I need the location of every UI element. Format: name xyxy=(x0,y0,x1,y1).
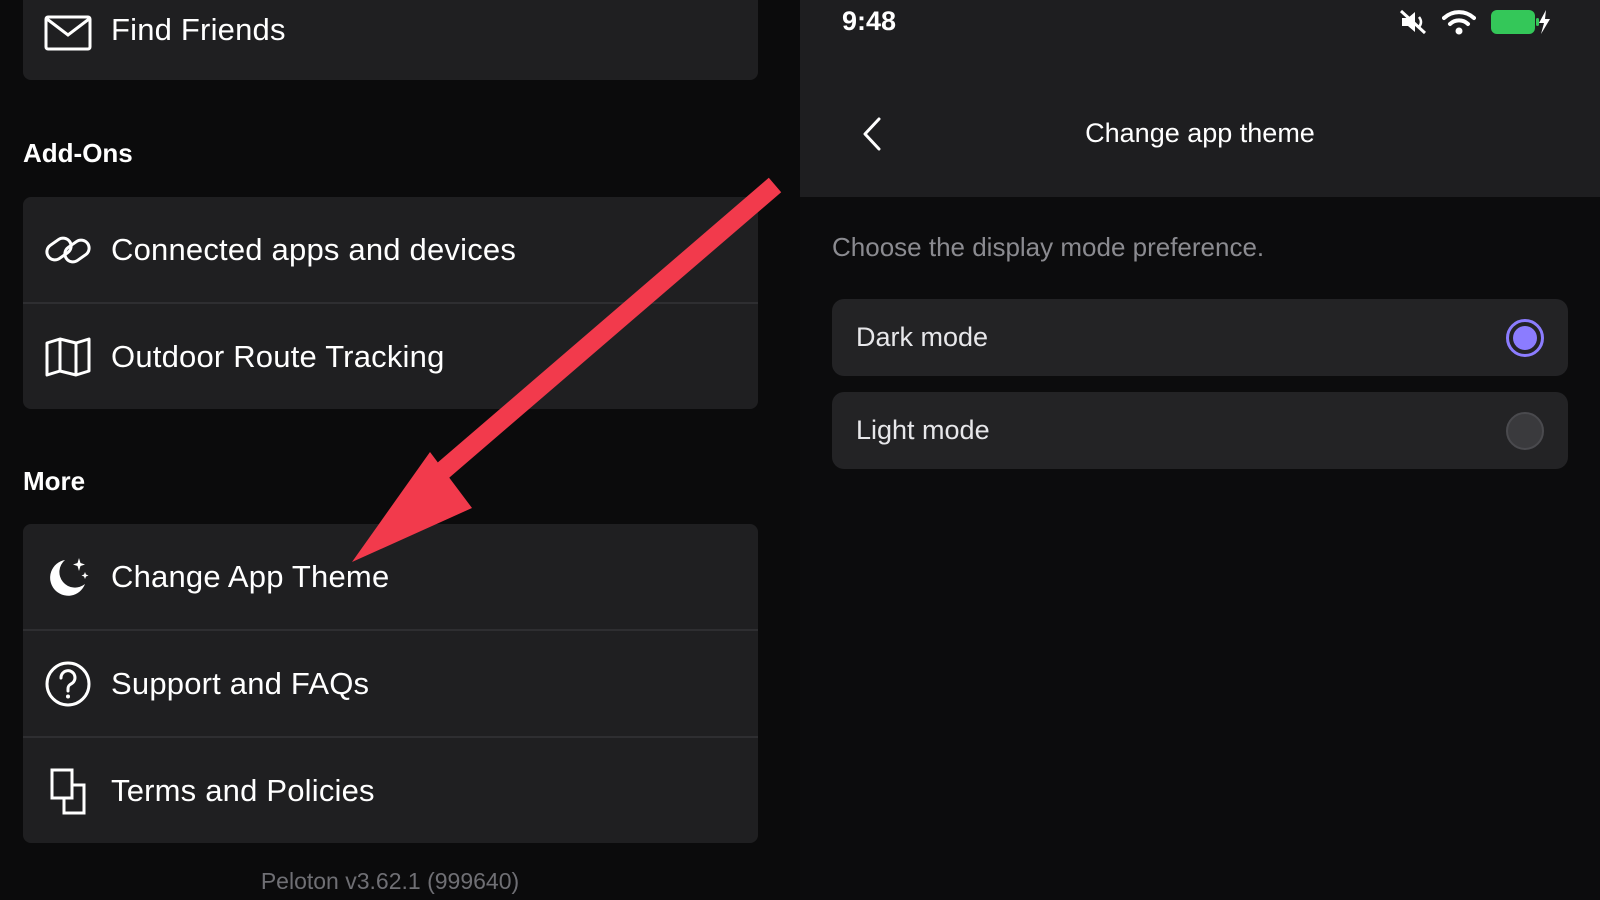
find-friends-card: Find Friends xyxy=(23,0,758,80)
change-app-theme-label: Change App Theme xyxy=(111,558,390,594)
dark-mode-label: Dark mode xyxy=(856,322,989,352)
header-bar: 9:48 Change app theme xyxy=(800,0,1600,197)
find-friends-item[interactable]: Find Friends xyxy=(23,0,758,80)
dark-mode-option[interactable]: Dark mode xyxy=(832,299,1568,376)
mute-icon xyxy=(1398,8,1428,41)
link-icon xyxy=(43,225,93,275)
outdoor-route-item[interactable]: Outdoor Route Tracking xyxy=(23,302,758,409)
light-mode-radio[interactable] xyxy=(1506,411,1544,450)
support-faqs-item[interactable]: Support and FAQs xyxy=(23,629,758,736)
light-mode-label: Light mode xyxy=(856,415,990,445)
terms-policies-item[interactable]: Terms and Policies xyxy=(23,736,758,843)
status-icons xyxy=(1398,8,1552,41)
settings-list-panel: Find Friends Add-Ons Connected apps and … xyxy=(0,0,765,900)
change-app-theme-item[interactable]: Change App Theme xyxy=(23,524,758,629)
question-circle-icon xyxy=(43,659,93,709)
display-mode-hint: Choose the display mode preference. xyxy=(832,232,1265,262)
app-version: Peloton v3.62.1 (999640) xyxy=(260,868,520,894)
addons-card: Connected apps and devices Outdoor Route… xyxy=(23,197,758,409)
battery-charging-icon xyxy=(1490,8,1552,41)
envelope-icon xyxy=(43,8,93,58)
radio-selected-dot xyxy=(1513,325,1537,350)
terms-policies-label: Terms and Policies xyxy=(111,772,375,808)
more-section-title: More xyxy=(23,466,86,496)
light-mode-option[interactable]: Light mode xyxy=(832,392,1568,469)
addons-section-title: Add-Ons xyxy=(23,138,133,168)
theme-settings-screen: 9:48 Change app theme Choose the display… xyxy=(800,0,1600,900)
status-time: 9:48 xyxy=(842,6,897,36)
find-friends-label: Find Friends xyxy=(111,12,286,47)
support-faqs-label: Support and FAQs xyxy=(111,665,370,701)
screen-title: Change app theme xyxy=(1085,118,1315,148)
more-card: Change App Theme Support and FAQs Terms … xyxy=(23,524,758,843)
moon-stars-icon xyxy=(43,552,93,602)
wifi-icon xyxy=(1442,9,1476,40)
map-icon xyxy=(43,332,93,382)
documents-icon xyxy=(43,766,93,816)
dark-mode-radio[interactable] xyxy=(1506,318,1544,357)
panel-gap xyxy=(765,0,800,900)
connected-apps-label: Connected apps and devices xyxy=(111,231,517,267)
connected-apps-item[interactable]: Connected apps and devices xyxy=(23,197,758,302)
outdoor-route-label: Outdoor Route Tracking xyxy=(111,338,445,374)
